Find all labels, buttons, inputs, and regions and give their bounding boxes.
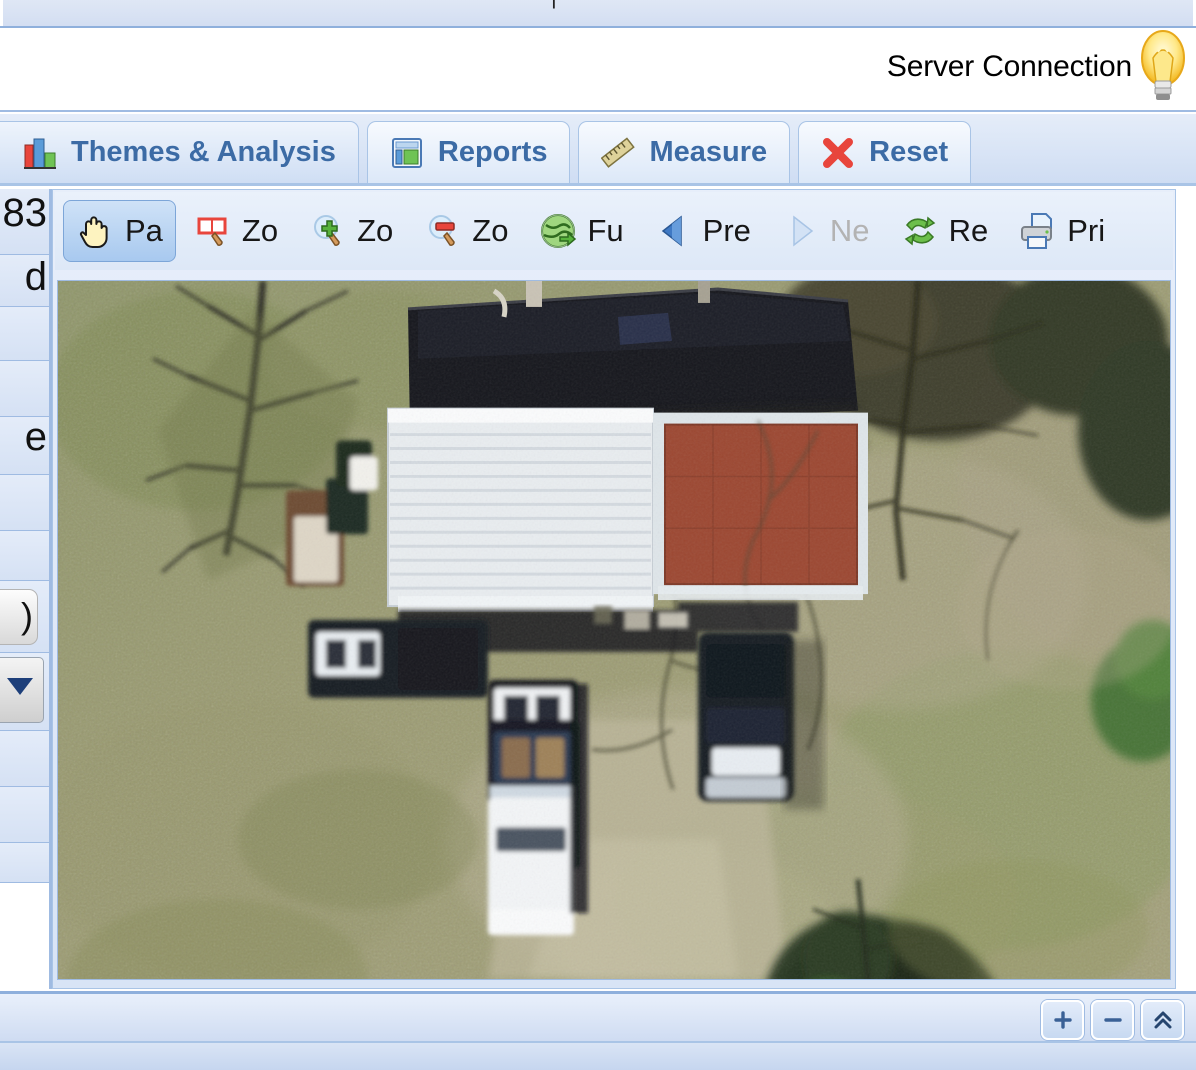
- clipped-title-text: |: [551, 0, 557, 8]
- sidebar-row-6[interactable]: [0, 531, 49, 581]
- map-tool-refresh[interactable]: Re: [887, 200, 1002, 262]
- sidebar-row-5[interactable]: [0, 475, 49, 531]
- lightbulb-icon[interactable]: [1140, 28, 1186, 106]
- map-tool-full-extent-label: Fu: [587, 213, 624, 248]
- map-tool-zoom-window-label: Zo: [241, 213, 279, 248]
- window-top-strip: |: [0, 0, 1196, 28]
- globe-icon: [538, 211, 578, 251]
- collapse-button[interactable]: [1141, 1000, 1184, 1040]
- map-tool-zoom-out-label: Zo: [472, 213, 509, 248]
- map-zoom-controls: [1041, 1000, 1184, 1040]
- tab-label-reports: Reports: [437, 136, 548, 168]
- aerial-imagery[interactable]: [58, 281, 1170, 979]
- application-window: | Server Connection: [0, 0, 1196, 1070]
- hand-icon: [76, 211, 116, 251]
- tab-label-reset: Reset: [869, 136, 949, 168]
- printer-icon: [1018, 211, 1058, 251]
- zoom-out-icon: [423, 211, 463, 251]
- map-tool-zoom-out[interactable]: Zo: [410, 200, 521, 262]
- zoom-in-icon: [308, 211, 348, 251]
- sidebar-row-4[interactable]: e: [0, 417, 49, 475]
- map-tool-previous-extent[interactable]: Pre: [641, 200, 764, 262]
- tab-label-themes: Themes & Analysis: [71, 136, 336, 168]
- map-tool-pan[interactable]: Pa: [63, 200, 176, 262]
- refresh-icon: [900, 211, 940, 251]
- report-icon: [390, 136, 424, 170]
- map-tool-previous-extent-label: Pre: [702, 213, 751, 248]
- map-canvas[interactable]: [57, 280, 1171, 980]
- server-connection-label: Server Connection: [886, 50, 1132, 83]
- tab-label-measure: Measure: [649, 136, 768, 168]
- sidebar-row-filler: [0, 883, 49, 899]
- arrow-right-icon: [781, 211, 821, 251]
- sidebar-action-button[interactable]: ): [0, 589, 38, 645]
- sidebar-row-9[interactable]: [0, 843, 49, 883]
- sidebar-row-8[interactable]: [0, 787, 49, 843]
- tab-themes-and-analysis[interactable]: Themes & Analysis: [0, 121, 359, 183]
- map-tool-next-extent[interactable]: Ne: [768, 200, 883, 262]
- ruler-icon: [601, 136, 636, 170]
- tab-measure[interactable]: Measure: [578, 121, 791, 183]
- sidebar-row-0-text: 83: [2, 191, 48, 235]
- minus-icon: [1102, 1009, 1124, 1031]
- sidebar-action-button-label: ): [21, 595, 33, 636]
- server-connection-group[interactable]: Server Connection: [887, 28, 1186, 106]
- plus-icon: [1052, 1009, 1074, 1031]
- sidebar-row-2[interactable]: [0, 307, 49, 361]
- zoom-out-button[interactable]: [1091, 1000, 1134, 1040]
- zoom-in-button[interactable]: [1041, 1000, 1084, 1040]
- window-footer-strip: [0, 1043, 1196, 1070]
- map-tool-print[interactable]: Pri: [1005, 200, 1118, 262]
- sidebar-button-row: ): [0, 581, 49, 653]
- map-tool-zoom-in-label: Zo: [357, 213, 394, 248]
- left-sidebar-panel: 83 d e ): [0, 189, 52, 989]
- sidebar-row-1-text: d: [24, 255, 47, 299]
- map-tool-full-extent[interactable]: Fu: [525, 200, 636, 262]
- double-chevron-up-icon: [1152, 1009, 1174, 1031]
- bar-chart-icon: [23, 136, 57, 170]
- status-bar: Server Connection: [0, 30, 1196, 112]
- sidebar-dropdown[interactable]: [0, 657, 44, 723]
- sidebar-row-1[interactable]: d: [0, 255, 49, 307]
- map-tool-refresh-label: Re: [948, 213, 989, 248]
- map-tool-zoom-window[interactable]: Zo: [180, 200, 291, 262]
- map-tool-next-extent-label: Ne: [829, 213, 870, 248]
- sidebar-row-4-text: e: [24, 417, 47, 459]
- sidebar-row-0[interactable]: 83: [0, 189, 49, 255]
- map-tool-zoom-in[interactable]: Zo: [295, 200, 406, 262]
- red-x-icon: [821, 136, 855, 170]
- map-toolbar: Pa Zo Zo Zo Fu Pre Ne Re Pri: [55, 192, 1173, 270]
- main-tab-bar: Themes & Analysis Reports Measure Reset: [0, 114, 1196, 186]
- map-tool-pan-label: Pa: [125, 213, 163, 248]
- sidebar-row-3[interactable]: [0, 361, 49, 417]
- chevron-down-icon: [7, 678, 33, 695]
- zoom-window-icon: [193, 211, 233, 251]
- map-panel: Pa Zo Zo Zo Fu Pre Ne Re Pri: [52, 189, 1176, 989]
- sidebar-row-7[interactable]: [0, 731, 49, 787]
- tab-reports[interactable]: Reports: [366, 121, 571, 183]
- arrow-left-icon: [654, 211, 694, 251]
- tab-reset[interactable]: Reset: [798, 121, 972, 183]
- map-bottom-bar: [0, 991, 1196, 1043]
- sidebar-dropdown-row: [0, 653, 49, 731]
- map-tool-print-label: Pri: [1067, 213, 1106, 248]
